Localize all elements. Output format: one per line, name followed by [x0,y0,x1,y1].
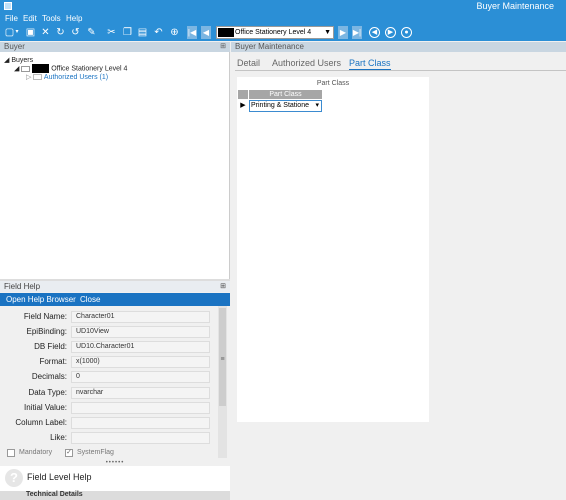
technical-details-strip: Technical Details [0,491,230,500]
nav-prev-button[interactable]: ◀ [201,26,211,39]
epibinding-label: EpiBinding: [26,327,67,336]
nav-last-button[interactable]: ▶| [352,26,362,39]
redacted-block [32,64,50,73]
chevron-down-icon[interactable]: ▾ [315,101,319,111]
tab-strip: Detail Authorized Users Part Class [231,56,566,71]
circle-back-icon[interactable]: ◀ [369,27,380,38]
tree-node-buyer[interactable]: ◢ Office Stationery Level 4 [14,64,127,73]
menu-help[interactable]: Help [66,14,82,23]
cut-icon[interactable]: ✂ [106,27,117,38]
systemflag-label: SystemFlag [77,449,114,456]
db-field-label: DB Field: [34,342,67,351]
tree-node-authorized-users[interactable]: ▷ Authorized Users (1) [26,73,108,81]
clear-icon[interactable]: ✎ [86,27,97,38]
nav-next-button[interactable]: ▶ [338,26,348,39]
mandatory-checkbox[interactable] [7,449,15,457]
part-class-cell[interactable]: Printing & Statione ▾ [249,100,322,112]
menu-tools[interactable]: Tools [42,14,61,23]
open-help-browser-button[interactable]: Open Help Browser [6,295,76,304]
field-help-header: Field Help ⊞ [0,281,230,292]
field-help-scrollbar[interactable]: ≡ [218,306,227,458]
decimals-value: 0 [71,371,210,383]
pin-icon[interactable]: ⊞ [220,282,226,290]
menu-bar: File Edit Tools Help [0,12,566,24]
main-pane-title: Buyer Maintenance [235,42,304,51]
undo-arrow-icon[interactable]: ↶ [153,27,164,38]
tree-root[interactable]: ◢ Buyers [4,56,33,64]
field-level-help: ? Field Level Help [0,466,230,491]
menu-file[interactable]: File [5,14,18,23]
title-bar: Buyer Maintenance [0,0,566,12]
buyer-pane-header: Buyer ⊞ [0,42,230,52]
field-name-label: Field Name: [23,312,67,321]
main-content: Detail Authorized Users Part Class Part … [231,52,566,500]
undo-icon[interactable]: ↺ [70,27,81,38]
field-help-body: Field Name: Character01 EpiBinding: UD10… [0,306,230,458]
row-selector-icon[interactable]: ▶ [238,100,248,112]
initial-value-value [71,402,210,414]
save-icon[interactable]: ▣ [25,27,36,38]
format-label: Format: [39,357,67,366]
tab-authorized-users[interactable]: Authorized Users [272,58,341,68]
field-name-value: Character01 [71,311,210,323]
close-help-button[interactable]: Close [80,295,100,304]
collapse-icon[interactable]: ▷ [26,74,31,81]
chevron-down-icon: ▼ [324,29,331,36]
copy-icon[interactable]: ❐ [122,27,133,38]
systemflag-checkbox[interactable]: ✓ [65,449,73,457]
record-select-value: Office Stationery Level 4 [235,29,312,36]
grid-corner [238,90,248,99]
tree-node-label: Office Stationery Level 4 [51,65,128,73]
help-question-icon: ? [5,469,23,487]
app-icon [4,2,12,10]
pin-icon[interactable]: ⊞ [220,42,226,50]
db-field-value: UD10.Character01 [71,341,210,353]
part-class-panel: Part Class Part Class ▶ Printing & Stati… [237,77,429,422]
delete-icon[interactable]: ✕ [40,27,51,38]
part-class-value: Printing & Statione [251,102,309,109]
circle-home-icon[interactable]: ● [401,27,412,38]
paste-icon[interactable]: ▤ [137,27,148,38]
epibinding-value: UD10View [71,326,210,338]
menu-edit[interactable]: Edit [23,14,37,23]
record-select[interactable]: Office Stationery Level 4 ▼ [216,26,334,39]
refresh-icon[interactable]: ↻ [55,27,66,38]
nav-first-button[interactable]: |◀ [187,26,197,39]
tab-divider [235,70,566,71]
folder-icon [33,74,43,81]
like-label: Like: [50,433,67,442]
folder-icon [21,65,31,72]
tree-child-label: Authorized Users (1) [43,74,109,81]
new-dropdown-icon[interactable]: ▾ [14,27,20,38]
grid-column-header[interactable]: Part Class [249,90,322,99]
expand-icon[interactable]: ◢ [14,65,19,72]
like-value [71,432,210,444]
tab-detail[interactable]: Detail [237,58,260,68]
circle-forward-icon[interactable]: ▶ [385,27,396,38]
data-type-value: nvarchar [71,387,210,399]
decimals-label: Decimals: [31,372,67,381]
grid-caption: Part Class [316,80,350,87]
column-label-label: Column Label: [15,418,67,427]
initial-value-label: Initial Value: [24,403,67,412]
buyer-pane-title: Buyer [4,42,25,51]
toolbar: ▢ ▾ ▣ ✕ ↻ ↺ ✎ ✂ ❐ ▤ ↶ ⊕ |◀ ◀ Office Stat… [0,24,566,41]
field-help-actions: Open Help Browser Close [0,293,230,306]
window-title: Buyer Maintenance [476,1,554,11]
redacted-block [218,28,234,37]
column-label-value [71,417,210,429]
mandatory-label: Mandatory [19,449,53,456]
tree-root-label: Buyers [11,57,34,64]
search-binoculars-icon[interactable]: ⊕ [169,27,180,38]
expand-icon[interactable]: ◢ [4,57,9,64]
data-type-label: Data Type: [28,388,67,397]
technical-details-label[interactable]: Technical Details [26,491,83,498]
buyer-tree-panel: ◢ Buyers ◢ Office Stationery Level 4 ▷ A… [0,52,230,279]
format-value: x(1000) [71,356,210,368]
main-pane-header: Buyer Maintenance [231,42,566,52]
field-level-help-title: Field Level Help [27,472,92,482]
grip-icon: ≡ [220,356,225,363]
field-help-title: Field Help [4,282,41,291]
